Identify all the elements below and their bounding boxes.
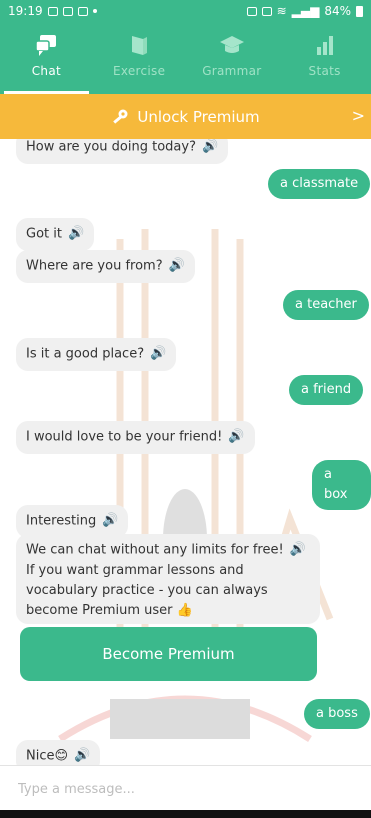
tab-grammar-label: Grammar bbox=[202, 64, 262, 78]
message-input[interactable] bbox=[16, 774, 350, 804]
speaker-icon[interactable]: 🔊 bbox=[150, 344, 166, 364]
become-premium-button[interactable]: Become Premium bbox=[20, 627, 317, 681]
bot-message: Interesting 🔊 bbox=[16, 505, 129, 538]
bot-message: Where are you from? 🔊 bbox=[16, 250, 195, 283]
signal-icon: ▂▄▆ bbox=[291, 4, 320, 18]
user-message: a classmate bbox=[268, 169, 371, 199]
user-message: a teacher bbox=[283, 290, 369, 320]
tab-stats[interactable]: Stats bbox=[278, 22, 371, 94]
speaker-icon[interactable]: 🔊 bbox=[290, 540, 306, 560]
bot-message: I would love to be your friend! 🔊 bbox=[16, 421, 255, 454]
bot-message-premium-offer: We can chat without any limits for free!… bbox=[16, 534, 320, 624]
dot-icon bbox=[92, 9, 97, 13]
messenger-icon bbox=[77, 6, 88, 16]
status-bar: 19:19 ≋ ▂▄▆ 84% bbox=[0, 0, 371, 22]
tab-bar: Chat Exercise Grammar Stats bbox=[0, 22, 371, 94]
system-nav-bar bbox=[0, 810, 371, 818]
tab-chat[interactable]: Chat bbox=[0, 22, 93, 94]
speaker-icon[interactable]: 🔊 bbox=[74, 746, 90, 765]
user-message: a box bbox=[312, 460, 371, 510]
chat-area[interactable]: How are you doing today? 🔊 a classmate Go… bbox=[0, 139, 371, 765]
tab-exercise-label: Exercise bbox=[112, 64, 166, 78]
speaker-icon[interactable]: 🔊 bbox=[202, 139, 218, 157]
alarm-icon bbox=[246, 6, 257, 16]
tab-exercise[interactable]: Exercise bbox=[93, 22, 186, 94]
chevron-right-icon: > bbox=[351, 106, 365, 125]
tab-chat-label: Chat bbox=[31, 64, 61, 78]
bot-message: Is it a good place? 🔊 bbox=[16, 338, 177, 371]
unlock-premium-label: Unlock Premium bbox=[137, 107, 260, 126]
status-time: 19:19 bbox=[8, 4, 43, 18]
message-composer bbox=[0, 765, 371, 811]
tab-stats-label: Stats bbox=[308, 64, 341, 78]
user-message: a friend bbox=[289, 375, 364, 405]
speaker-icon[interactable]: 🔊 bbox=[68, 224, 84, 244]
speaker-icon[interactable]: 🔊 bbox=[228, 427, 244, 447]
speaker-icon[interactable]: 🔊 bbox=[169, 256, 185, 276]
battery-percent: 84% bbox=[324, 4, 351, 18]
speaker-icon[interactable]: 🔊 bbox=[102, 511, 118, 531]
wifi-icon: ≋ bbox=[276, 4, 287, 18]
battery-icon bbox=[356, 5, 363, 17]
smile-icon: 😊 bbox=[54, 748, 69, 764]
notification-icon bbox=[47, 6, 58, 16]
stats-icon bbox=[316, 36, 333, 55]
exercise-icon bbox=[132, 36, 148, 55]
mute-icon bbox=[261, 6, 272, 16]
chat-icon bbox=[35, 35, 57, 56]
bot-message: How are you doing today? 🔊 bbox=[16, 139, 229, 164]
unlock-premium-banner[interactable]: Unlock Premium > bbox=[0, 94, 371, 139]
facebook-icon bbox=[62, 6, 73, 16]
bot-message: Got it 🔊 bbox=[16, 218, 95, 251]
bot-message: Nice😊 🔊 bbox=[16, 740, 101, 765]
thumbs-up-icon: 👍 bbox=[176, 602, 193, 618]
key-icon bbox=[111, 108, 129, 126]
user-message: a boss bbox=[304, 699, 370, 729]
grammar-icon bbox=[219, 36, 244, 53]
tab-grammar[interactable]: Grammar bbox=[186, 22, 279, 94]
